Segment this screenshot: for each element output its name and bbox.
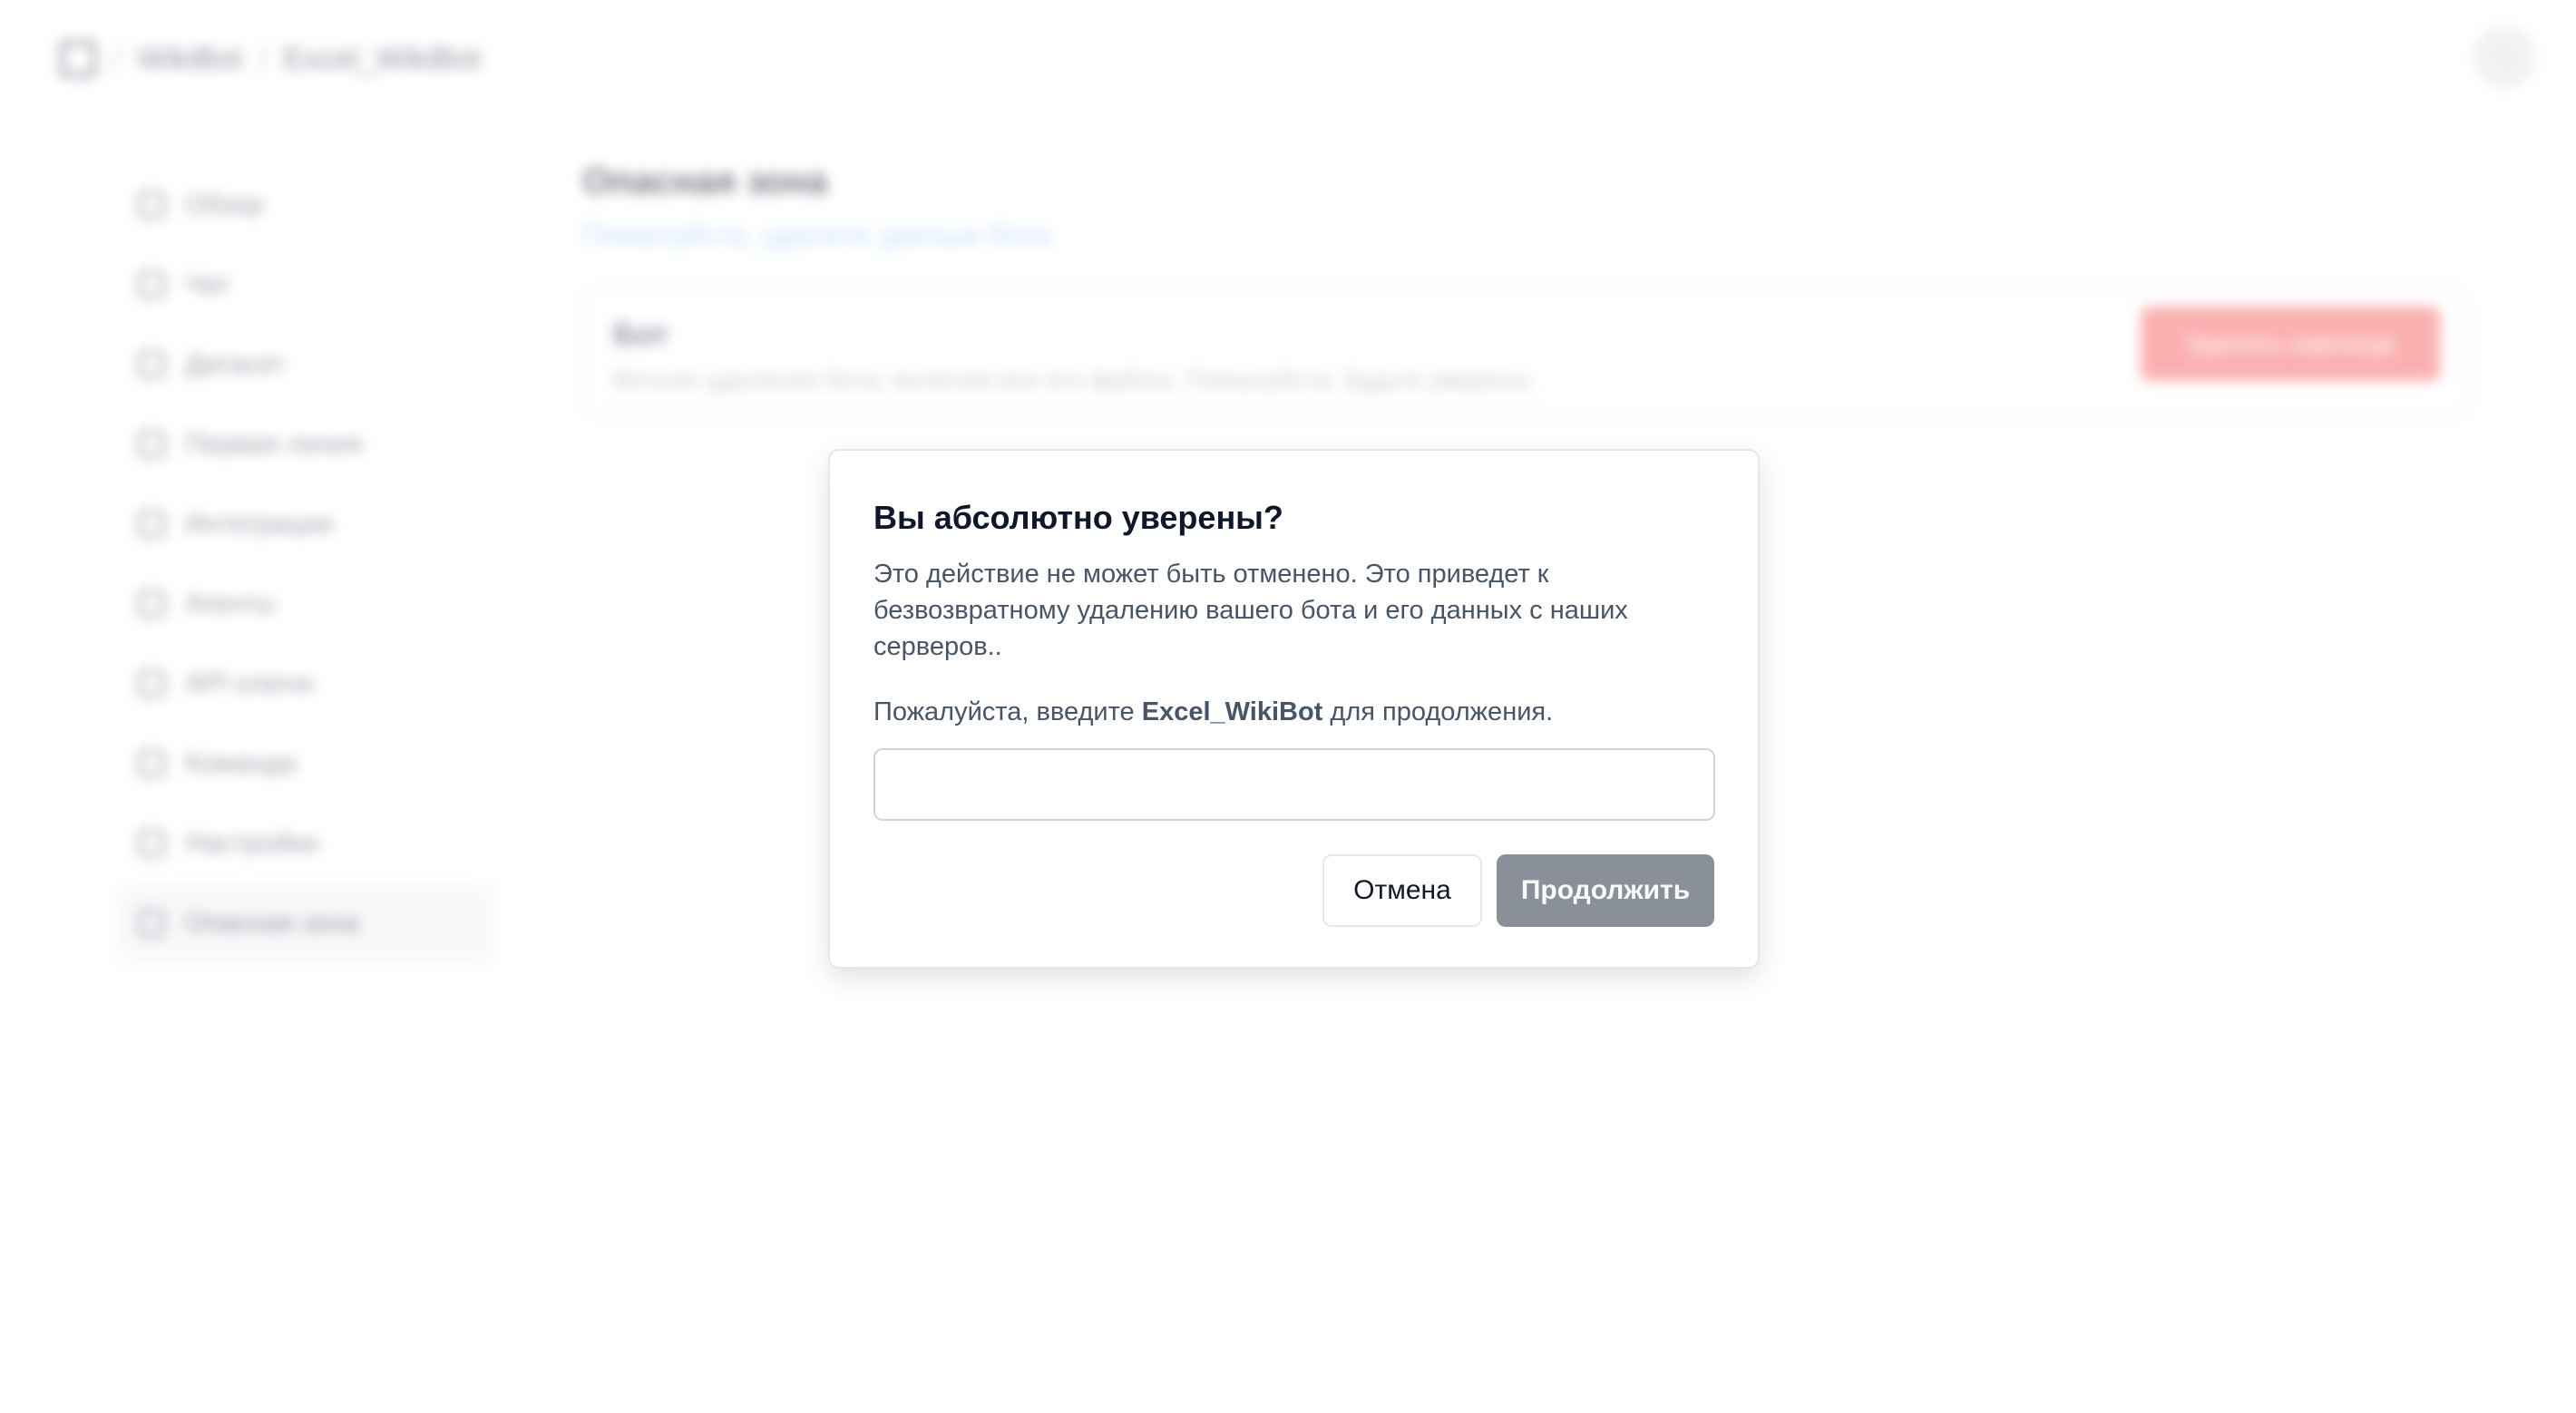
sidebar-item-label: Опасная зона	[185, 908, 360, 938]
breadcrumb-item[interactable]: Excel_WikiBot	[283, 42, 480, 77]
settings-icon	[138, 830, 165, 857]
sidebar-item-label: Чат	[185, 269, 230, 299]
sidebar-item-label: Обзор	[185, 190, 264, 219]
breadcrumb-separator: /	[258, 41, 268, 76]
menu-icon[interactable]	[60, 41, 96, 77]
sidebar-item-label: Команда	[185, 748, 297, 778]
dialog-actions: Отмена Продолжить	[1322, 854, 1714, 927]
sidebar-item-label: Первая линия	[185, 429, 363, 459]
sidebar-item-agents[interactable]: Агенты	[118, 564, 494, 644]
prompt-after: для продолжения.	[1322, 697, 1554, 726]
sidebar-item-label: Датасет	[185, 349, 286, 379]
sidebar-item-label: Интеграции	[185, 509, 334, 539]
sidebar-item-overview[interactable]: Обзор	[118, 165, 494, 245]
database-icon	[138, 351, 165, 378]
activity-icon	[138, 191, 165, 219]
danger-card: Бот Вечное удаление бота, включая все ег…	[582, 288, 2469, 415]
sidebar-item-label: Настройки	[185, 828, 319, 858]
key-icon	[138, 670, 165, 697]
main-content: Опасная зона Пожалуйста, удалите данные …	[582, 161, 2469, 415]
dialog-prompt: Пожалуйста, введите Excel_WikiBot для пр…	[873, 694, 1714, 730]
warning-icon	[138, 910, 165, 937]
dialog-title: Вы абсолютно уверены?	[873, 499, 1283, 536]
sidebar-item-team[interactable]: Команда	[118, 724, 494, 804]
confirm-delete-dialog: Вы абсолютно уверены? Это действие не мо…	[828, 449, 1760, 969]
sidebar-item-first-line[interactable]: Первая линия	[118, 404, 494, 484]
sidebar-item-chat[interactable]: Чат	[118, 245, 494, 325]
sidebar-item-danger-zone[interactable]: Опасная зона	[118, 883, 494, 963]
page-subtitle: Пожалуйста, удалите данные бота	[582, 219, 1051, 251]
sidebar-item-api-keys[interactable]: API ключи	[118, 644, 494, 724]
sidebar: Обзор Чат Датасет Первая линия Интеграци…	[118, 165, 494, 963]
route-icon	[138, 431, 165, 458]
breadcrumb-item[interactable]: WikiBot	[137, 42, 241, 77]
sidebar-item-integrations[interactable]: Интеграции	[118, 484, 494, 564]
sidebar-item-dataset[interactable]: Датасет	[118, 325, 494, 404]
confirm-name-input[interactable]	[873, 748, 1715, 821]
plug-icon	[138, 511, 165, 538]
cancel-button[interactable]: Отмена	[1322, 854, 1482, 927]
prompt-bot-name: Excel_WikiBot	[1141, 697, 1323, 726]
continue-button[interactable]: Продолжить	[1497, 854, 1714, 927]
avatar[interactable]	[2474, 27, 2534, 87]
prompt-before: Пожалуйста, введите	[873, 697, 1142, 726]
breadcrumb-separator: /	[112, 41, 122, 76]
dialog-description: Это действие не может быть отменено. Это…	[873, 560, 1628, 661]
bot-icon	[138, 590, 165, 618]
chat-icon	[138, 271, 165, 298]
sidebar-item-label: Агенты	[185, 589, 275, 619]
sidebar-item-settings[interactable]: Настройки	[118, 804, 494, 883]
top-bar: / WikiBot / Excel_WikiBot	[60, 36, 480, 82]
delete-forever-button[interactable]: Удалить навсегда	[2141, 307, 2440, 381]
page-title: Опасная зона	[582, 161, 828, 201]
users-icon	[138, 750, 165, 777]
sidebar-item-label: API ключи	[185, 668, 314, 698]
